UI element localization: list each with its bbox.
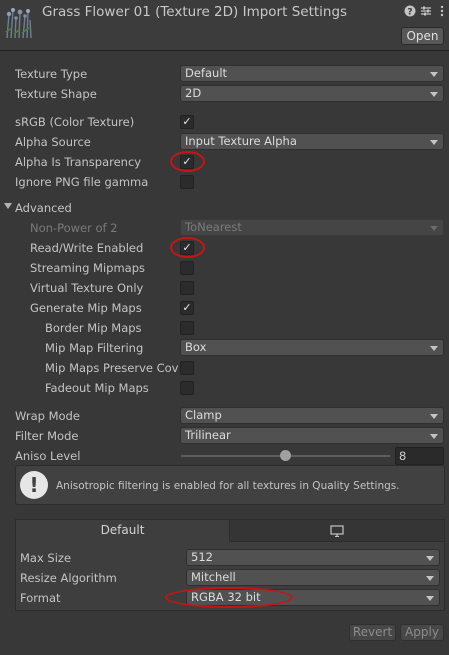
chevron-down-icon	[430, 346, 438, 351]
fadeout-mip-maps-label: Fadeout Mip Maps	[45, 381, 149, 395]
annotation-circle	[170, 151, 205, 172]
open-button[interactable]: Open	[401, 27, 444, 45]
alpha-source-value: Input Texture Alpha	[185, 134, 297, 148]
mip-maps-preserve-coverage-checkbox[interactable]	[180, 361, 194, 375]
header-divider	[0, 50, 449, 51]
annotation-circle	[165, 587, 293, 608]
filter-mode-value: Trilinear	[185, 428, 231, 442]
texture-type-value: Default	[185, 66, 228, 80]
resize-algorithm-value: Mitchell	[191, 570, 236, 584]
chevron-down-icon	[430, 414, 438, 419]
checkmark-icon: ✓	[182, 115, 192, 128]
apply-button[interactable]: Apply	[400, 624, 444, 641]
aniso-level-input[interactable]: 8	[395, 447, 444, 465]
read-write-label: Read/Write Enabled	[30, 241, 144, 255]
non-power-of-2-value: ToNearest	[185, 220, 242, 234]
wrap-mode-label: Wrap Mode	[15, 409, 80, 423]
generate-mip-maps-checkbox[interactable]: ✓	[180, 301, 194, 315]
srgb-checkbox[interactable]: ✓	[180, 115, 194, 129]
non-power-of-2-label: Non-Power of 2	[30, 221, 118, 235]
alpha-source-dropdown[interactable]: Input Texture Alpha	[180, 133, 444, 150]
wrap-mode-dropdown[interactable]: Clamp	[180, 407, 444, 424]
chevron-down-icon	[430, 434, 438, 439]
page-title: Grass Flower 01 (Texture 2D) Import Sett…	[42, 4, 348, 20]
chevron-down-icon	[430, 140, 438, 145]
chevron-down-icon	[430, 226, 438, 231]
border-mip-maps-checkbox[interactable]	[180, 321, 194, 335]
generate-mip-maps-label: Generate Mip Maps	[30, 301, 142, 315]
advanced-foldout-label[interactable]: Advanced	[15, 201, 72, 215]
filter-mode-label: Filter Mode	[15, 429, 79, 443]
checkmark-icon: ✓	[182, 301, 192, 314]
chevron-down-icon	[430, 92, 438, 97]
chevron-down-icon	[426, 576, 434, 581]
tab-standalone[interactable]	[230, 520, 444, 542]
alpha-source-label: Alpha Source	[15, 135, 91, 149]
max-size-label: Max Size	[20, 551, 72, 565]
ignore-png-gamma-label: Ignore PNG file gamma	[15, 175, 149, 189]
srgb-label: sRGB (Color Texture)	[15, 115, 135, 129]
chevron-down-icon	[426, 556, 434, 561]
mip-map-filtering-label: Mip Map Filtering	[45, 341, 144, 355]
tab-default[interactable]: Default	[16, 520, 230, 542]
format-label: Format	[20, 591, 61, 605]
preset-icon[interactable]	[420, 5, 432, 17]
more-icon[interactable]	[436, 5, 448, 17]
mip-map-filtering-dropdown[interactable]: Box	[180, 339, 444, 356]
texture-type-label: Texture Type	[15, 67, 88, 81]
texture-shape-value: 2D	[185, 86, 202, 100]
mip-map-filtering-value: Box	[185, 340, 207, 354]
texture-type-dropdown[interactable]: Default	[180, 65, 444, 82]
chevron-down-icon	[426, 596, 434, 601]
chevron-down-icon	[430, 72, 438, 77]
streaming-mipmaps-checkbox[interactable]	[180, 261, 194, 275]
filter-mode-dropdown[interactable]: Trilinear	[180, 427, 444, 444]
streaming-mipmaps-label: Streaming Mipmaps	[30, 261, 146, 275]
mip-maps-preserve-coverage-label: Mip Maps Preserve Cov	[45, 361, 179, 375]
wrap-mode-value: Clamp	[185, 408, 222, 422]
annotation-circle	[170, 237, 205, 258]
resize-algorithm-label: Resize Algorithm	[20, 571, 117, 585]
aniso-level-label: Aniso Level	[15, 449, 81, 463]
border-mip-maps-label: Border Mip Maps	[45, 321, 142, 335]
foldout-arrow-icon[interactable]	[4, 202, 12, 210]
resize-algorithm-dropdown[interactable]: Mitchell	[186, 569, 440, 586]
help-icon[interactable]: ?	[404, 5, 416, 17]
svg-text:?: ?	[407, 7, 412, 17]
max-size-dropdown[interactable]: 512	[186, 549, 440, 566]
texture-shape-label: Texture Shape	[15, 87, 97, 101]
non-power-of-2-dropdown: ToNearest	[180, 219, 444, 236]
info-help-box: ! Anisotropic filtering is enabled for a…	[15, 465, 445, 505]
info-icon: !	[20, 471, 48, 499]
aniso-level-slider-thumb[interactable]	[280, 450, 291, 461]
alpha-is-transparency-label: Alpha Is Transparency	[15, 155, 142, 169]
fadeout-mip-maps-checkbox[interactable]	[180, 381, 194, 395]
texture-shape-dropdown[interactable]: 2D	[180, 85, 444, 102]
ignore-png-gamma-checkbox[interactable]	[180, 175, 194, 189]
monitor-icon	[330, 525, 344, 538]
help-text: Anisotropic filtering is enabled for all…	[56, 480, 400, 492]
max-size-value: 512	[191, 550, 213, 564]
virtual-texture-only-label: Virtual Texture Only	[30, 281, 144, 295]
virtual-texture-only-checkbox[interactable]	[180, 281, 194, 295]
texture-thumbnail	[4, 6, 34, 38]
revert-button[interactable]: Revert	[349, 624, 396, 641]
